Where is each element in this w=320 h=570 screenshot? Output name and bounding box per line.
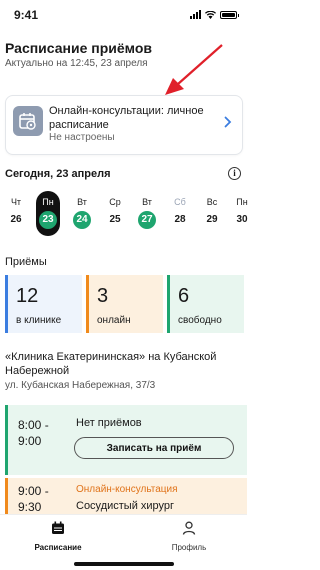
- page-subtitle: Актуально на 12:45, 23 апреля: [5, 58, 148, 69]
- slot-time: 8:00 - 9:00: [18, 417, 49, 449]
- book-appointment-button[interactable]: Записать на приём: [74, 437, 234, 459]
- tab-label: Профиль: [171, 543, 207, 552]
- day-number: 28: [174, 214, 186, 225]
- slot-time-from: 9:00 -: [18, 484, 49, 498]
- status-icons: [190, 10, 239, 19]
- time-slot[interactable]: 9:00 - 9:30 Онлайн-консультация Сосудист…: [5, 478, 247, 518]
- day-number: 24: [73, 211, 91, 229]
- day-item[interactable]: Чт 26: [4, 191, 28, 236]
- day-number: 26: [10, 214, 22, 225]
- wifi-icon: [205, 10, 216, 19]
- stat-label: онлайн: [97, 315, 131, 326]
- slot-kind: Онлайн-консультация: [76, 484, 178, 495]
- chevron-right-icon: [224, 116, 232, 128]
- clinic-name: «Клиника Екатерининская» на Кубанской На…: [5, 351, 217, 377]
- calendar-icon: [52, 521, 64, 534]
- info-icon[interactable]: i: [228, 167, 241, 180]
- signal-icon: [190, 10, 201, 19]
- appointments-label: Приёмы: [5, 256, 47, 268]
- date-strip[interactable]: Чт 26 Пн 23 Вт 24 Ср 25 Вт 27 Сб 28 Вс 2…: [0, 191, 248, 241]
- online-consultations-card[interactable]: Онлайн-консультации: личное расписание Н…: [5, 95, 243, 155]
- day-item[interactable]: Вт 24: [70, 191, 94, 236]
- day-item[interactable]: Ср 25: [103, 191, 127, 236]
- day-item[interactable]: Вс 29: [200, 191, 224, 236]
- day-name: Вт: [77, 197, 87, 207]
- slot-time-to: 9:00: [18, 434, 42, 448]
- date-label: Сегодня, 23 апреля: [5, 168, 111, 180]
- day-number: 25: [109, 214, 121, 225]
- stat-free[interactable]: 6 свободно: [167, 275, 244, 333]
- tab-label: Расписание: [34, 543, 82, 552]
- clinic-address: ул. Кубанская Набережная, 37/3: [5, 380, 156, 391]
- stat-number: 3: [97, 285, 109, 307]
- calendar-settings-icon: [13, 106, 43, 136]
- page-title: Расписание приёмов: [5, 40, 152, 56]
- day-item[interactable]: Пн 30: [230, 191, 254, 236]
- appointments-stats: 12 в клинике 3 онлайн 6 свободно: [5, 275, 245, 333]
- day-name: Сб: [174, 197, 186, 207]
- consult-card-title: Онлайн-консультации: личное расписание: [49, 105, 204, 131]
- day-name: Вт: [142, 197, 152, 207]
- home-indicator: [74, 562, 174, 566]
- stat-number: 6: [178, 285, 190, 307]
- status-bar: 9:41: [0, 0, 247, 30]
- stat-number: 12: [16, 285, 39, 307]
- day-item[interactable]: Вт 27: [135, 191, 159, 236]
- day-name: Ср: [109, 197, 121, 207]
- person-icon: [182, 521, 196, 535]
- day-item[interactable]: Сб 28: [168, 191, 192, 236]
- tab-schedule[interactable]: Расписание: [8, 521, 108, 552]
- slot-time: 9:00 - 9:30: [18, 483, 49, 515]
- stat-online[interactable]: 3 онлайн: [86, 275, 163, 333]
- time-slot: 8:00 - 9:00 Нет приёмов Записать на приё…: [5, 405, 247, 475]
- day-name: Вс: [206, 197, 218, 207]
- consult-card-status: Не настроены: [49, 132, 115, 143]
- day-number: 29: [206, 214, 218, 225]
- day-item-selected[interactable]: Пн 23: [36, 191, 60, 236]
- day-name: Чт: [10, 197, 22, 207]
- annotation-arrow: [165, 44, 223, 95]
- day-name: Пн: [236, 197, 248, 207]
- slot-time-to: 9:30: [18, 500, 42, 514]
- stat-in-clinic[interactable]: 12 в клинике: [5, 275, 82, 333]
- stat-label: свободно: [178, 315, 222, 326]
- status-time: 9:41: [14, 8, 39, 22]
- day-number: 30: [236, 214, 248, 225]
- stat-label: в клинике: [16, 315, 62, 326]
- slot-status: Нет приёмов: [76, 417, 142, 429]
- tab-profile[interactable]: Профиль: [139, 521, 239, 552]
- battery-icon: [220, 10, 239, 19]
- slot-doctor: Сосудистый хирург: [76, 500, 175, 512]
- day-number: 23: [39, 211, 57, 229]
- slot-time-from: 8:00 -: [18, 418, 49, 432]
- day-number: 27: [138, 211, 156, 229]
- day-name: Пн: [42, 197, 54, 207]
